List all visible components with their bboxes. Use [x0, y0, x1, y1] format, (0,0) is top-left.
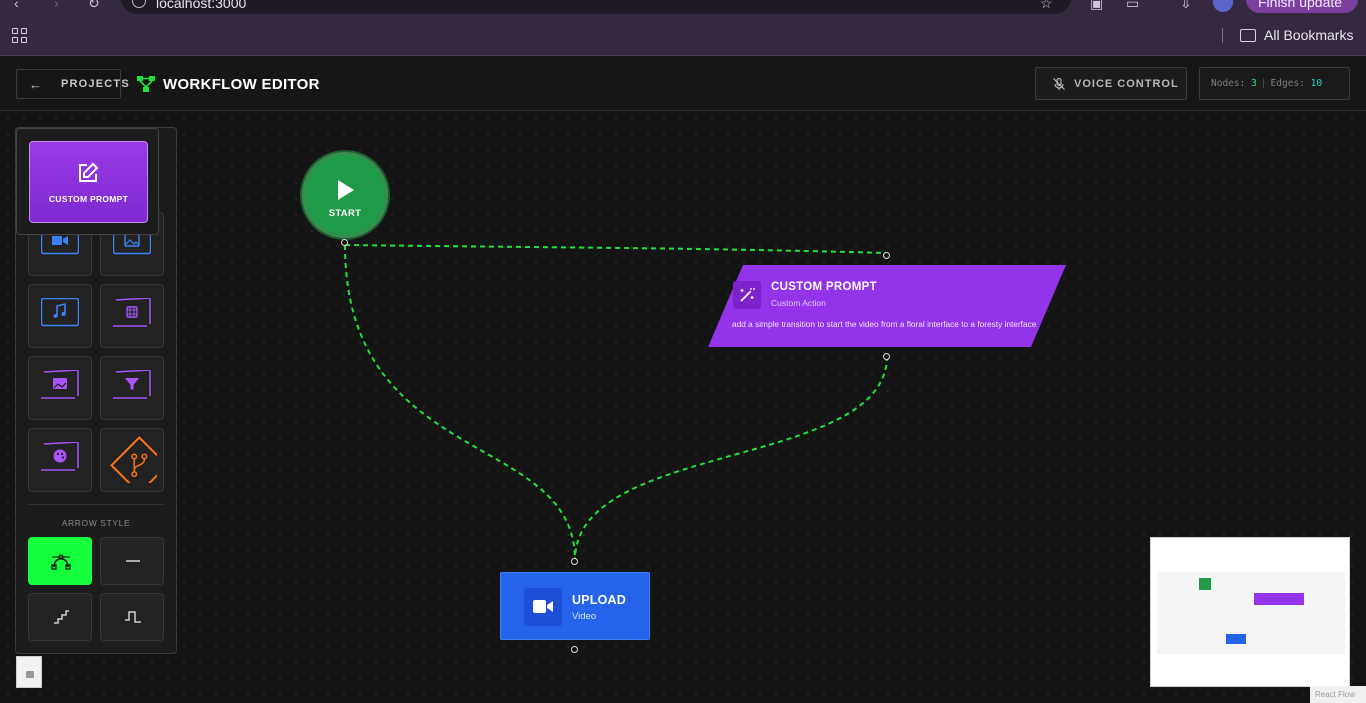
projects-label: PROJECTS	[61, 78, 130, 90]
upload-icon-box	[524, 588, 562, 626]
palette-custom-prompt-button[interactable]: CUSTOM PROMPT	[29, 141, 148, 223]
palette-style-button[interactable]	[28, 428, 92, 492]
graph-stats: Nodes: 3 | Edges: 10	[1199, 67, 1350, 100]
lock-icon	[26, 671, 34, 678]
finish-update-button[interactable]: Finish update	[1246, 0, 1358, 13]
minimap-node-start	[1199, 578, 1211, 590]
bookmarks-divider	[1222, 28, 1223, 43]
voice-control-label: VOICE CONTROL	[1074, 78, 1179, 90]
video-icon	[533, 600, 553, 613]
magic-wand-icon	[740, 288, 755, 302]
profile-avatar[interactable]	[1213, 0, 1233, 12]
straight-line-icon	[126, 560, 140, 562]
projects-back-button[interactable]: ← PROJECTS	[16, 69, 129, 99]
custom-prompt-icon-box	[733, 281, 761, 309]
custom-prompt-shape	[708, 265, 1066, 347]
smoothstep-line-icon	[125, 611, 141, 623]
play-icon	[338, 180, 354, 200]
upload-node[interactable]: UPLOAD Video	[500, 572, 650, 640]
step-line-icon	[54, 610, 69, 624]
mic-off-icon	[1053, 77, 1065, 90]
voice-control-button[interactable]: VOICE CONTROL	[1035, 67, 1187, 100]
image-icon	[41, 370, 79, 399]
address-bar[interactable]: localhost:3000	[120, 0, 1072, 14]
custom-prompt-node[interactable]: CUSTOM PROMPT Custom Action add a simple…	[708, 265, 1066, 347]
nodes-count: 3	[1251, 78, 1257, 89]
star-icon[interactable]: ☆	[1040, 0, 1056, 10]
browser-toolbar: ‹ › ↻ localhost:3000 ☆ ▣ ▭ ⇩ Finish upda…	[0, 0, 1366, 14]
back-arrow-icon[interactable]: ‹	[14, 0, 30, 10]
finish-update-label: Finish update	[1258, 0, 1343, 10]
start-source-handle[interactable]	[341, 239, 348, 246]
minimap-node-custom-prompt	[1254, 593, 1304, 605]
site-info-icon[interactable]	[132, 0, 146, 8]
upload-source-handle[interactable]	[571, 646, 578, 653]
custom-prompt-title: CUSTOM PROMPT	[771, 281, 877, 293]
reload-icon[interactable]: ↻	[88, 0, 104, 10]
workflow-logo-icon	[137, 76, 155, 92]
minimap-viewport	[1157, 572, 1345, 654]
palette-divider	[28, 504, 164, 505]
tab-search-icon[interactable]: ▭	[1126, 0, 1142, 10]
custom-prompt-subtitle: Custom Action	[771, 298, 826, 308]
arrow-style-bezier-button[interactable]	[28, 537, 92, 585]
start-node-label: START	[328, 208, 362, 219]
palette-image-process-button[interactable]	[28, 356, 92, 420]
palette-video-process-button[interactable]	[100, 284, 164, 348]
palette-branch-button[interactable]	[100, 428, 164, 492]
custom-prompt-description: add a simple transition to start the vid…	[732, 319, 1037, 329]
upload-title: UPLOAD	[572, 593, 626, 607]
bookmarks-bar: All Bookmarks	[0, 14, 1366, 56]
edges-stat-label: Edges:	[1270, 78, 1305, 89]
nodes-stat-label: Nodes:	[1211, 78, 1246, 89]
react-flow-attribution[interactable]: React Flow	[1310, 686, 1366, 703]
start-node[interactable]: START	[302, 152, 388, 238]
arrow-style-step-button[interactable]	[28, 593, 92, 641]
page-title: WORKFLOW EDITOR	[163, 76, 320, 93]
palette-custom-prompt-label: CUSTOM PROMPT	[48, 194, 129, 204]
palette-drag-preview: CUSTOM PROMPT	[16, 128, 159, 235]
minimap-node-upload	[1226, 634, 1246, 644]
filter-icon	[113, 370, 151, 399]
upload-subtitle: Video	[572, 611, 597, 622]
palette-filter-button[interactable]	[100, 356, 164, 420]
git-branch-icon	[110, 436, 157, 483]
apps-grid-icon[interactable]	[12, 28, 27, 43]
palette-audio-upload-button[interactable]	[28, 284, 92, 348]
extension-icon[interactable]: ▣	[1090, 0, 1106, 10]
minimap[interactable]	[1150, 537, 1350, 687]
edges-count: 10	[1310, 78, 1323, 89]
all-bookmarks-link[interactable]: All Bookmarks	[1264, 27, 1353, 43]
folder-icon	[1240, 29, 1256, 42]
film-icon	[113, 298, 151, 327]
arrow-style-heading: ARROW STYLE	[61, 518, 131, 528]
palette-icon	[41, 442, 79, 471]
download-icon[interactable]: ⇩	[1180, 0, 1196, 10]
upload-target-handle[interactable]	[571, 558, 578, 565]
bezier-curve-icon	[51, 554, 71, 570]
custom-prompt-target-handle[interactable]	[883, 252, 890, 259]
arrow-style-smoothstep-button[interactable]	[100, 593, 164, 641]
arrow-style-straight-button[interactable]	[100, 537, 164, 585]
music-icon	[41, 298, 79, 327]
lock-toggle-button[interactable]	[16, 656, 42, 688]
arrow-left-icon: ←	[29, 77, 42, 92]
forward-arrow-icon[interactable]: ›	[54, 0, 70, 10]
url-text: localhost:3000	[156, 0, 247, 11]
app-header: ← PROJECTS WORKFLOW EDITOR VOICE CONTROL…	[0, 56, 1366, 111]
edit-icon	[79, 162, 99, 182]
custom-prompt-source-handle[interactable]	[883, 353, 890, 360]
